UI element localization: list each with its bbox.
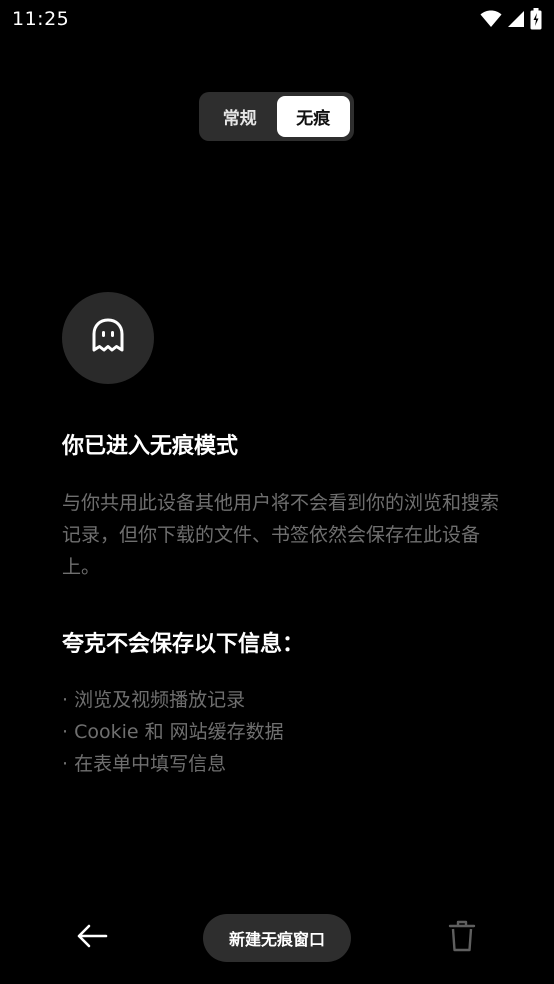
new-incognito-window-button[interactable]: 新建无痕窗口 xyxy=(203,914,351,962)
status-time: 11:25 xyxy=(12,8,70,30)
cellular-signal-icon xyxy=(508,11,524,27)
list-item: · Cookie 和 网站缓存数据 xyxy=(62,721,284,743)
back-button[interactable] xyxy=(72,918,112,958)
battery-icon xyxy=(530,8,542,30)
not-saved-heading: 夸克不会保存以下信息： xyxy=(62,632,305,657)
incognito-title: 你已进入无痕模式 xyxy=(62,434,239,459)
incognito-description: 与你共用此设备其他用户将不会看到你的浏览和搜索记录，但你下载的文件、书签依然会保… xyxy=(62,492,500,578)
not-saved-list: · 浏览及视频播放记录 · Cookie 和 网站缓存数据 · 在表单中填写信息 xyxy=(62,684,284,780)
mode-option-normal[interactable]: 常规 xyxy=(203,96,277,137)
wifi-icon xyxy=(480,10,502,28)
trash-icon xyxy=(448,920,476,956)
incognito-screen: 11:25 常规 无痕 你已进入无痕模式 与你共用此设备其他用户将不会看到你的浏… xyxy=(0,0,554,984)
list-item: · 在表单中填写信息 xyxy=(62,753,227,775)
status-icons xyxy=(480,8,542,30)
mode-toggle: 常规 无痕 xyxy=(199,92,354,141)
ghost-icon xyxy=(89,317,127,359)
arrow-left-icon xyxy=(76,924,108,952)
list-item: · 浏览及视频播放记录 xyxy=(62,689,246,711)
clear-button[interactable] xyxy=(446,920,478,956)
ghost-avatar xyxy=(62,292,154,384)
status-bar: 11:25 xyxy=(0,0,554,38)
mode-option-incognito[interactable]: 无痕 xyxy=(276,96,350,137)
